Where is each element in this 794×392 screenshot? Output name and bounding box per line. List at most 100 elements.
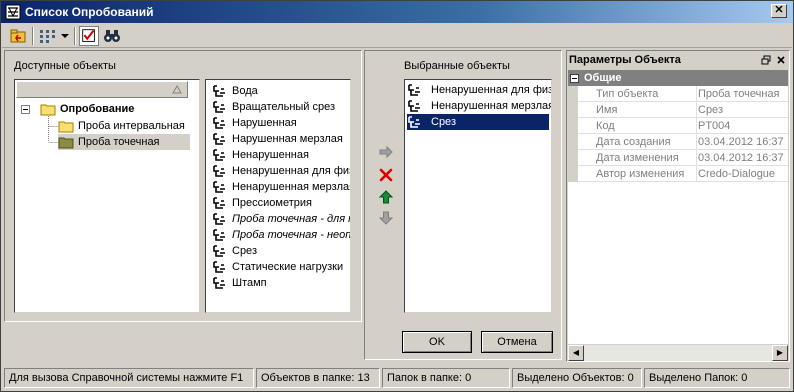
horizontal-scrollbar[interactable]: ◀ ▶ [568, 345, 788, 361]
scroll-left-button[interactable]: ◀ [568, 345, 584, 361]
status-selected-folders: Выделено Папок: 0 [644, 368, 790, 388]
property-row[interactable]: Дата изменения 03.04.2012 16:37 [568, 150, 788, 166]
sample-icon [213, 261, 225, 273]
sample-icon [408, 84, 420, 96]
available-object-item[interactable]: Вращательный срез [212, 99, 350, 115]
available-object-item[interactable]: Нарушенная мерзлая [212, 131, 350, 147]
property-grid[interactable]: Общие Тип объекта Проба точечная Имя Срез Ко… [568, 70, 788, 344]
toolbar-separator [32, 27, 34, 45]
available-object-item[interactable]: Ненарушенная мерзлая [212, 179, 351, 195]
available-object-item[interactable]: Штамп [212, 275, 350, 291]
property-section-header[interactable]: Общие [568, 70, 788, 86]
binoculars-icon[interactable] [102, 26, 122, 46]
selected-objects-list[interactable]: Ненарушенная для физ Ненарушенная мерзлая… [404, 79, 552, 313]
selected-objects-label: Выбранные объекты [404, 60, 510, 72]
tree-node-label: Проба точечная [78, 136, 160, 148]
available-object-label: Проба точечная - неопр [232, 229, 351, 241]
available-object-item[interactable]: Статические нагрузки [212, 259, 350, 275]
selected-object-label: Ненарушенная мерзлая [431, 100, 552, 112]
available-object-label: Ненарушенная мерзлая [232, 181, 351, 193]
available-object-item[interactable]: Вода [212, 83, 350, 99]
property-splitter[interactable] [696, 166, 697, 182]
sample-icon [408, 116, 420, 128]
move-up-icon[interactable] [378, 190, 394, 204]
close-icon: ✕ [774, 4, 784, 16]
collapse-icon[interactable] [570, 74, 579, 83]
cancel-button[interactable]: Отмена [481, 331, 553, 353]
property-row[interactable]: Дата создания 03.04.2012 16:37 [568, 134, 788, 150]
sample-list-icon [5, 4, 21, 20]
tree-node-interval[interactable]: Проба интервальная [58, 118, 198, 134]
property-gutter [568, 102, 578, 118]
available-object-item[interactable]: Ненарушенная для физ [212, 163, 350, 179]
selected-object-item[interactable]: Ненарушенная для физ [407, 82, 551, 98]
add-arrow-icon[interactable] [378, 145, 394, 159]
available-object-label: Срез [232, 245, 257, 257]
available-object-label: Вращательный срез [232, 101, 336, 113]
property-splitter[interactable] [696, 102, 697, 118]
checklist-icon[interactable] [79, 26, 99, 46]
property-key: Тип объекта [596, 88, 659, 100]
property-value: 03.04.2012 16:37 [698, 136, 784, 148]
property-value: Срез [698, 104, 723, 116]
tree-node-label: Опробование [60, 103, 135, 115]
property-row[interactable]: Имя Срез [568, 102, 788, 118]
close-icon[interactable] [776, 55, 786, 65]
sample-icon [213, 197, 225, 209]
available-objects-list[interactable]: Вода Вращательный срез Нарушенная Нарушенна… [205, 79, 351, 313]
sample-icon [213, 165, 225, 177]
delete-icon[interactable] [378, 167, 394, 183]
ok-button[interactable]: OK [402, 331, 472, 353]
sample-icon [408, 100, 420, 112]
sample-icon [213, 277, 225, 289]
properties-title-bar: Параметры Объекта [567, 52, 789, 69]
sample-icon [213, 117, 225, 129]
available-object-label: Прессиометрия [232, 197, 312, 209]
available-objects-label: Доступные объекты [14, 60, 116, 72]
property-gutter [568, 134, 578, 150]
available-object-item[interactable]: Ненарушенная [212, 147, 350, 163]
sample-icon [213, 85, 225, 97]
available-object-label: Статические нагрузки [232, 261, 344, 273]
property-value: 03.04.2012 16:37 [698, 152, 784, 164]
property-splitter[interactable] [696, 134, 697, 150]
available-object-item[interactable]: Прессиометрия [212, 195, 350, 211]
tree-node-point[interactable]: Проба точечная [58, 134, 190, 150]
property-row[interactable]: Код PT004 [568, 118, 788, 134]
property-splitter[interactable] [696, 86, 697, 102]
available-object-item[interactable]: Проба точечная - неопр [212, 227, 351, 243]
available-object-item[interactable]: Нарушенная [212, 115, 350, 131]
property-gutter [568, 118, 578, 134]
tree-header[interactable] [16, 81, 188, 98]
property-value: Проба точечная [698, 88, 780, 100]
selected-object-item[interactable]: Срез [407, 114, 549, 130]
status-bar: Для вызова Справочной системы нажмите F1… [2, 366, 792, 390]
available-object-item[interactable]: Срез [212, 243, 350, 259]
available-object-item[interactable]: Проба точечная - для п [212, 211, 350, 227]
toolbar [2, 24, 792, 48]
restore-icon[interactable] [761, 55, 771, 65]
selected-object-item[interactable]: Ненарушенная мерзлая [407, 98, 552, 114]
property-splitter[interactable] [696, 118, 697, 134]
title-bar[interactable]: Список Опробований [1, 1, 793, 23]
folder-icon [58, 121, 74, 133]
property-key: Дата изменения [596, 152, 679, 164]
chevron-down-icon[interactable] [60, 26, 70, 46]
property-row[interactable]: Автор изменения Credo-Dialogue [568, 166, 788, 182]
scroll-right-button[interactable]: ▶ [772, 345, 788, 361]
close-button[interactable]: ✕ [771, 4, 787, 18]
open-folder-icon[interactable] [8, 26, 28, 46]
toolbar-separator [74, 27, 76, 45]
sample-icon [213, 149, 225, 161]
tree-node-root[interactable]: Опробование [40, 101, 190, 117]
window-title: Список Опробований [25, 5, 154, 19]
move-down-icon[interactable] [378, 211, 394, 225]
tree-view-icon[interactable] [38, 26, 60, 46]
sample-icon [213, 213, 225, 225]
status-selected-objects: Выделено Объектов: 0 [512, 368, 642, 388]
available-object-label: Нарушенная [232, 117, 297, 129]
property-splitter[interactable] [696, 150, 697, 166]
property-row[interactable]: Тип объекта Проба точечная [568, 86, 788, 102]
sort-up-icon [172, 85, 182, 94]
property-value: Credo-Dialogue [698, 168, 776, 180]
